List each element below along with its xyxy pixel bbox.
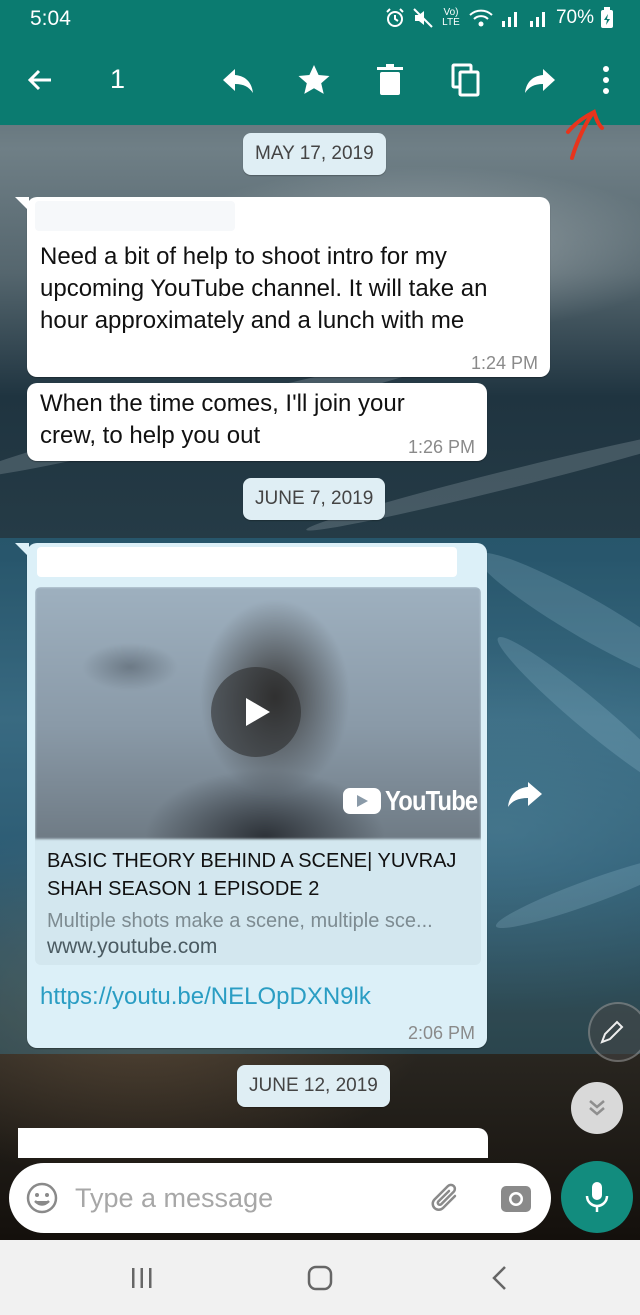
status-bar: 5:04 Vo) LTE 70% [0, 0, 640, 38]
camera-icon[interactable] [499, 1182, 533, 1214]
wifi-icon [469, 9, 493, 27]
bubble-tail [15, 197, 29, 211]
youtube-play-icon [343, 788, 381, 814]
message-time: 1:24 PM [470, 353, 538, 373]
alarm-icon [386, 8, 404, 27]
date-separator: JUNE 7, 2019 [243, 478, 386, 520]
home-icon[interactable] [300, 1260, 340, 1296]
back-icon[interactable] [480, 1260, 520, 1296]
battery-icon [601, 7, 613, 28]
status-icons: Vo) LTE 70% [384, 7, 614, 29]
forward-shortcut-icon[interactable] [504, 776, 546, 812]
selection-toolbar: 1 [0, 38, 640, 125]
preview-domain: www.youtube.com [47, 935, 218, 958]
link-message-bubble[interactable]: YouTube BASIC THEORY BEHIND A SCENE| YUV… [15, 543, 487, 1048]
signal-icon [529, 12, 545, 27]
sender-name-redacted [35, 201, 235, 231]
forward-icon[interactable] [520, 60, 560, 100]
message-bubble[interactable]: Need a bit of help to shoot intro for my… [15, 197, 550, 377]
recent-apps-icon[interactable] [122, 1260, 162, 1296]
annotation-arrow-icon [566, 109, 604, 160]
link-preview[interactable]: YouTube BASIC THEORY BEHIND A SCENE| YUV… [35, 587, 481, 965]
mic-icon [585, 1182, 609, 1212]
system-nav-bar [0, 1240, 640, 1315]
back-arrow-icon[interactable] [20, 60, 60, 100]
edit-fab[interactable] [588, 1002, 640, 1062]
youtube-logo: YouTube [343, 785, 481, 817]
play-button[interactable] [211, 667, 301, 757]
message-bubble-partial[interactable] [18, 1128, 488, 1158]
message-time: 2:06 PM [407, 1023, 475, 1043]
sender-name-redacted [37, 547, 457, 577]
play-icon [246, 698, 270, 726]
date-separator: MAY 17, 2019 [243, 133, 386, 175]
signal-icon [501, 12, 517, 27]
date-separator: JUNE 12, 2019 [237, 1065, 390, 1107]
battery-percent: 70% [555, 7, 594, 28]
pencil-icon [600, 1020, 624, 1044]
reply-icon[interactable] [218, 60, 258, 100]
message-text: Need a bit of help to shoot intro for my… [40, 243, 488, 334]
more-vert-icon[interactable] [586, 60, 626, 100]
bubble-tail [15, 543, 29, 557]
delete-icon[interactable] [370, 60, 410, 100]
youtube-wordmark: YouTube [385, 785, 478, 816]
status-time: 5:04 [30, 7, 71, 30]
scroll-to-bottom-button[interactable] [571, 1082, 623, 1134]
message-input[interactable] [75, 1177, 415, 1219]
message-composer [9, 1163, 551, 1233]
message-time: 1:26 PM [407, 437, 475, 457]
message-link[interactable]: https://youtu.be/NELOpDXN9lk [40, 981, 371, 1013]
star-icon[interactable] [294, 60, 334, 100]
copy-icon[interactable] [446, 60, 486, 100]
attach-icon[interactable] [429, 1179, 465, 1217]
message-bubble[interactable]: When the time comes, I'll join your crew… [27, 383, 487, 461]
message-text: When the time comes, I'll join your crew… [40, 390, 405, 449]
double-chevron-down-icon [589, 1100, 605, 1116]
mute-icon [413, 8, 433, 28]
voice-message-button[interactable] [561, 1161, 633, 1233]
emoji-icon[interactable] [25, 1181, 59, 1215]
selected-count: 1 [110, 64, 126, 94]
preview-title: BASIC THEORY BEHIND A SCENE| YUVRAJ SHAH… [47, 850, 457, 900]
volte-icon: Vo) LTE [442, 7, 460, 28]
